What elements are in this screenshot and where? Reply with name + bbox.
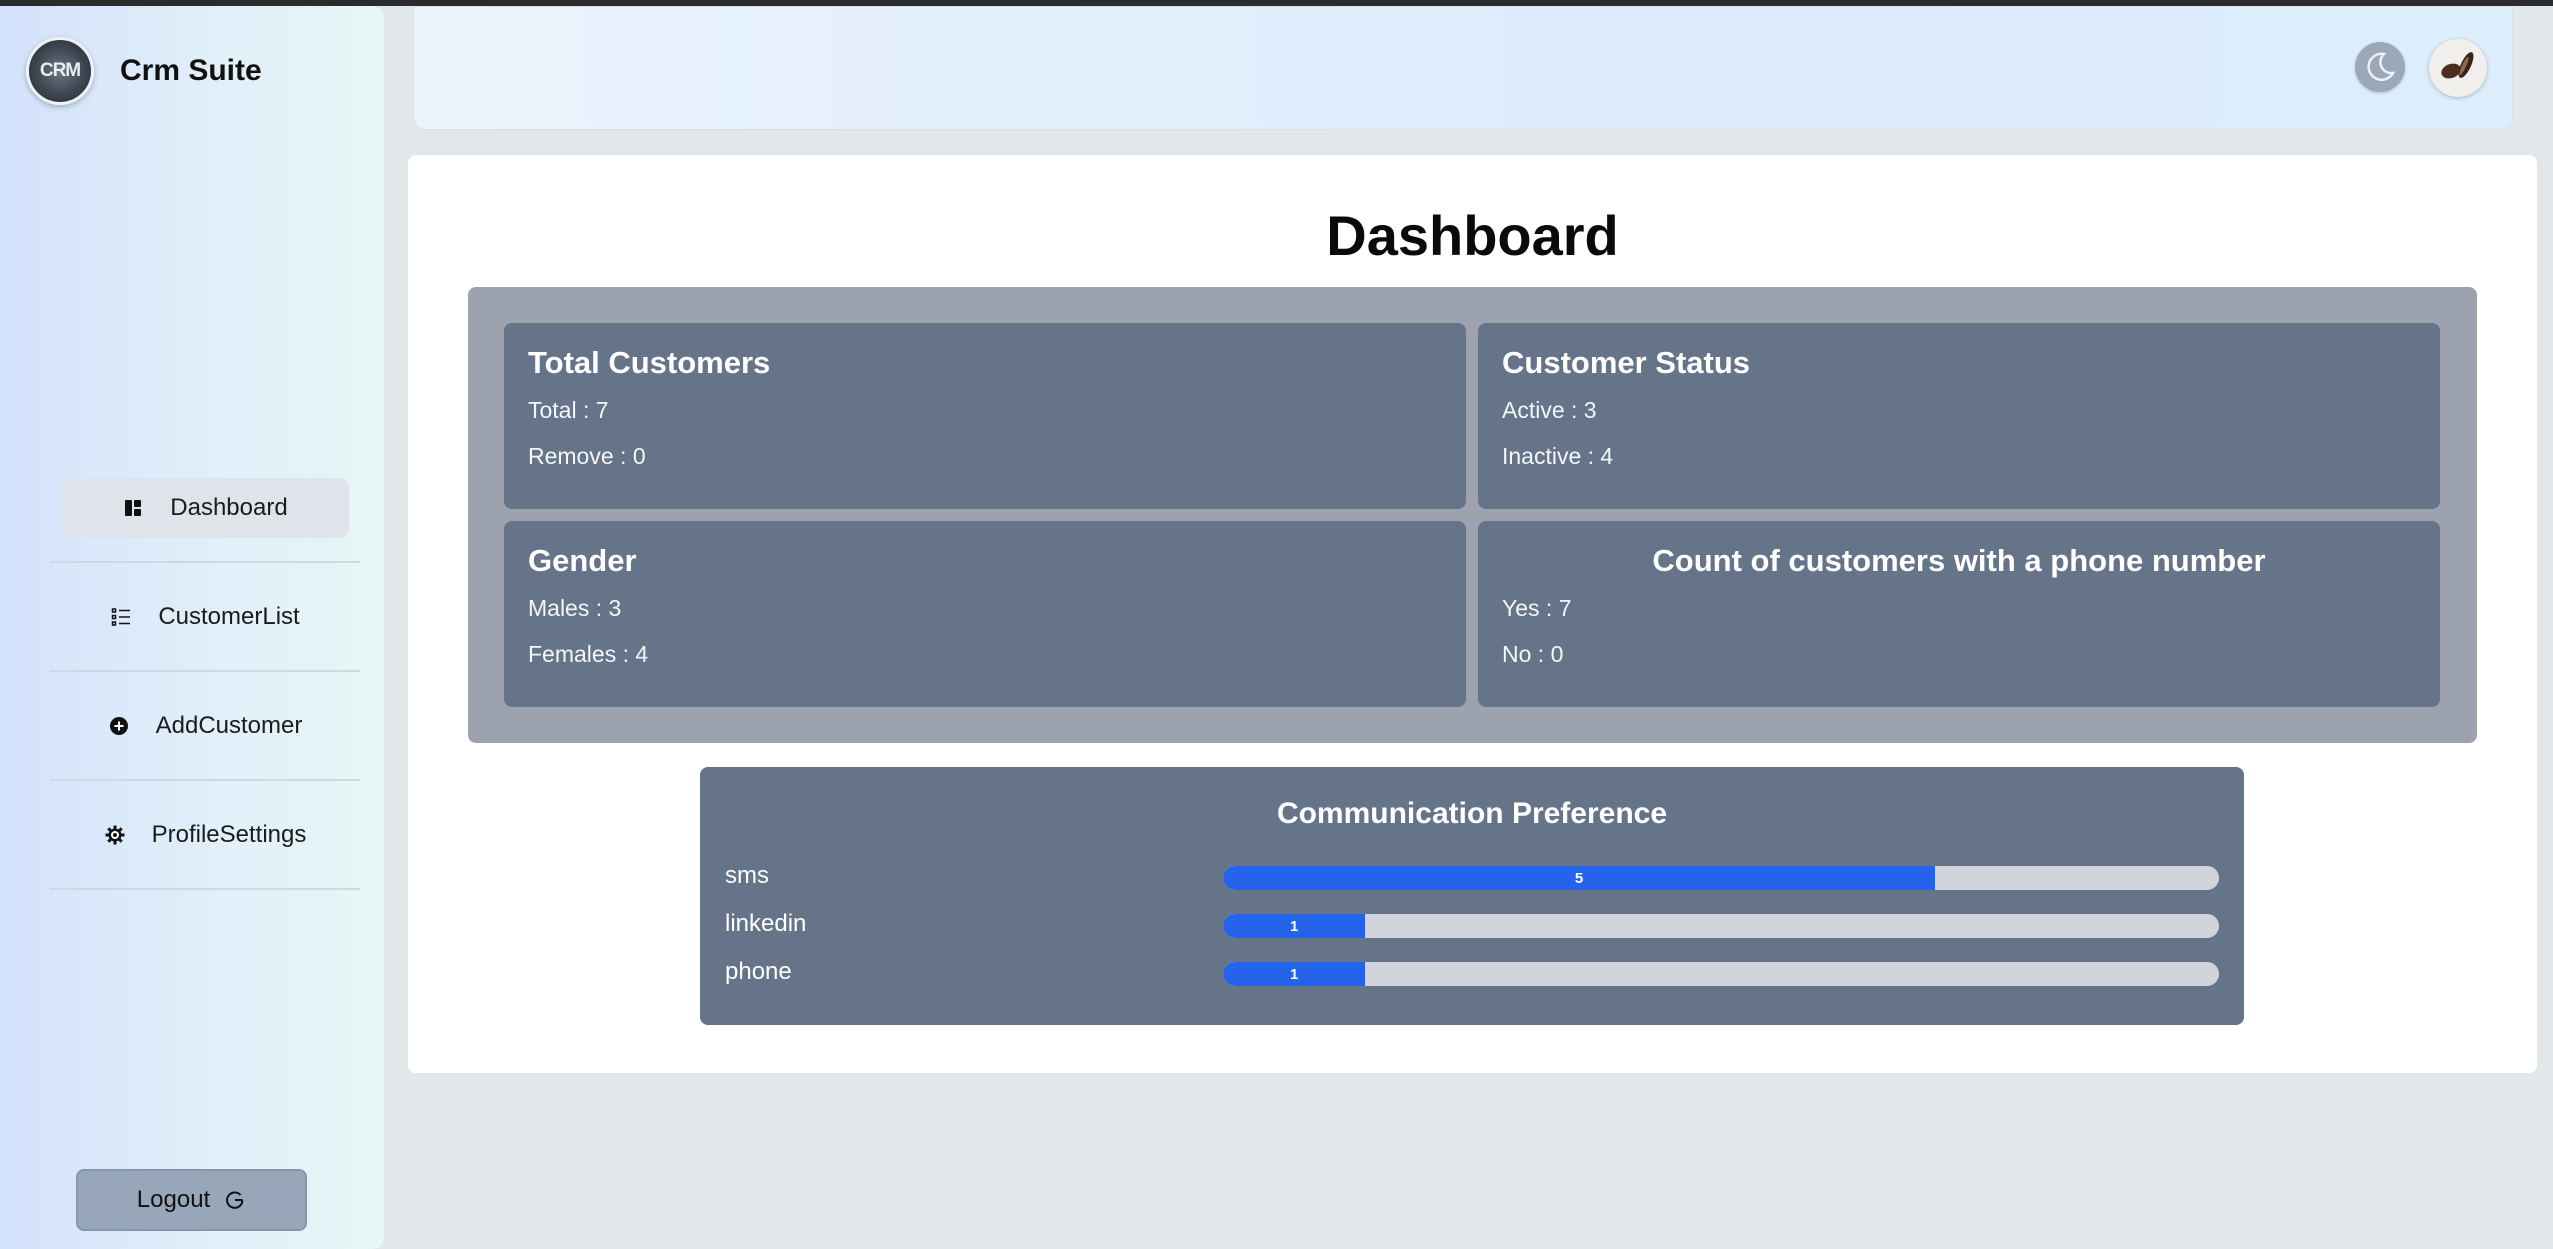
stats-panel: Total Customers Total : 7 Remove : 0 Cus… — [468, 287, 2477, 743]
total-value: Total : 7 — [528, 397, 609, 423]
total-customers-card: Total Customers Total : 7 Remove : 0 — [504, 323, 1466, 509]
females-value: Females : 4 — [528, 641, 649, 667]
sidebar-item-profilesettings[interactable]: ProfileSettings — [50, 781, 360, 890]
comm-row-sms: sms 5 — [725, 862, 2219, 892]
main-content: Dashboard Total Customers Total : 7 Remo… — [408, 155, 2537, 1073]
progress-track: 5 — [1223, 866, 2219, 890]
comm-label: phone — [725, 958, 792, 985]
list-icon — [110, 606, 132, 628]
card-title: Total Customers — [528, 345, 771, 380]
avatar-image — [2441, 52, 2474, 79]
card-title: Customer Status — [1502, 345, 1751, 380]
customer-status-card: Customer Status Active : 3 Inactive : 4 — [1478, 323, 2440, 509]
comm-row-phone: phone 1 — [725, 958, 2219, 988]
user-avatar[interactable] — [2429, 39, 2487, 97]
gear-icon — [104, 824, 126, 846]
phone-count-card: Count of customers with a phone number Y… — [1478, 521, 2440, 707]
yes-value: Yes : 7 — [1502, 595, 1572, 621]
top-header — [413, 6, 2513, 130]
comm-row-linkedin: linkedin 1 — [725, 910, 2219, 940]
sidebar-item-addcustomer-pill[interactable]: AddCustomer — [61, 696, 349, 756]
sidebar-item-label: ProfileSettings — [151, 820, 307, 848]
sidebar-item-label: CustomerList — [158, 602, 300, 630]
logout-button[interactable]: Logout — [76, 1169, 307, 1231]
sidebar-item-dashboard-pill[interactable]: Dashboard — [61, 477, 349, 538]
brand[interactable]: CRM Crm Suite — [26, 37, 262, 105]
no-value: No : 0 — [1502, 641, 1564, 667]
sidebar-item-customerlist[interactable]: CustomerList — [50, 563, 360, 672]
progress-fill: 1 — [1223, 962, 1366, 986]
card-title: Gender — [528, 543, 637, 578]
males-value: Males : 3 — [528, 595, 622, 621]
card-title: Communication Preference — [1276, 797, 1668, 830]
active-value: Active : 3 — [1502, 397, 1597, 423]
comm-label: sms — [725, 862, 769, 889]
sidebar-nav: Dashboard CustomerList AddCustomer Profi… — [50, 454, 360, 890]
sidebar-item-addcustomer[interactable]: AddCustomer — [50, 672, 360, 781]
page-title: Dashboard — [1326, 204, 1619, 267]
comm-label: linkedin — [725, 910, 807, 937]
card-title: Count of customers with a phone number — [1652, 543, 2266, 578]
crm-logo: CRM — [26, 37, 94, 105]
gender-card: Gender Males : 3 Females : 4 — [504, 521, 1466, 707]
progress-fill: 1 — [1223, 914, 1366, 938]
progress-fill: 5 — [1223, 866, 1936, 890]
progress-track: 1 — [1223, 962, 2219, 986]
remove-value: Remove : 0 — [528, 443, 646, 469]
plus-circle-icon — [108, 715, 130, 737]
inactive-value: Inactive : 4 — [1502, 443, 1614, 469]
sidebar-item-label: Dashboard — [170, 493, 288, 521]
dashboard-icon — [122, 497, 144, 519]
logout-icon — [226, 1191, 244, 1209]
sidebar: CRM Crm Suite Dashboard CustomerList Add… — [0, 6, 384, 1249]
sidebar-item-dashboard[interactable]: Dashboard — [50, 454, 360, 563]
app-name: Crm Suite — [120, 54, 262, 87]
logout-label: Logout — [136, 1186, 211, 1213]
progress-track: 1 — [1223, 914, 2219, 938]
sidebar-item-label: AddCustomer — [155, 711, 303, 739]
sidebar-item-profilesettings-pill[interactable]: ProfileSettings — [61, 805, 349, 865]
theme-toggle-button[interactable] — [2355, 42, 2405, 92]
sidebar-item-customerlist-pill[interactable]: CustomerList — [61, 587, 349, 647]
communication-preference-card: Communication Preference sms 5 linkedin … — [700, 767, 2244, 1025]
moon-icon — [2367, 52, 2396, 82]
